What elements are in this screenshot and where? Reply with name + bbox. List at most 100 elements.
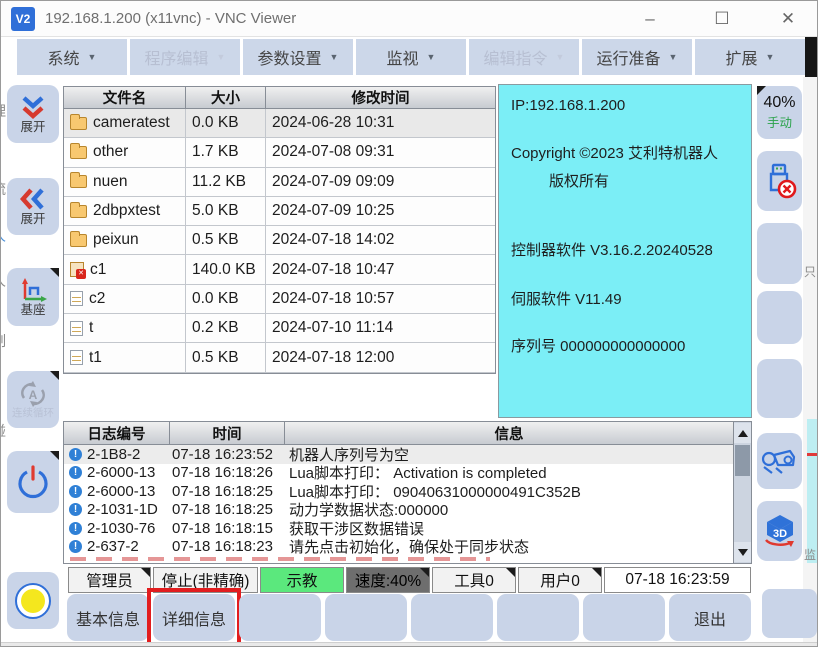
3d-cube-icon: 3D <box>761 513 799 549</box>
log-id: 2-637-2 <box>87 538 139 555</box>
menu-item[interactable]: 运行准备 ▼ <box>582 39 692 75</box>
usb-status-button[interactable] <box>757 151 802 211</box>
scrollbar-thumb[interactable] <box>735 445 750 476</box>
copyright-line2: 版权所有 <box>511 170 739 191</box>
bottom-button[interactable]: 退出 <box>669 594 751 641</box>
speed-mode-button[interactable]: 40% 手动 <box>757 86 802 139</box>
menu-item[interactable]: 程序编辑 ▼ <box>130 39 240 75</box>
file-table-header: 文件名 大小 修改时间 <box>64 87 495 109</box>
3d-view-button[interactable]: 3D <box>757 501 802 561</box>
menu-item-label: 编辑指令 <box>484 45 548 69</box>
drag-teach-button[interactable] <box>757 433 802 489</box>
menu-item[interactable]: 系统 ▼ <box>17 39 127 75</box>
menu-item[interactable]: 参数设置 ▼ <box>243 39 353 75</box>
status-item[interactable]: 示教 <box>260 567 344 593</box>
yellow-dot-icon <box>21 589 45 613</box>
status-item[interactable]: 速度:40% <box>346 567 430 593</box>
status-item[interactable]: 工具0 <box>432 567 516 593</box>
status-item[interactable]: 用户0 <box>518 567 602 593</box>
enable-ring-icon <box>15 583 51 619</box>
bottom-button[interactable] <box>325 594 407 641</box>
file-size: 1.7 KB <box>186 138 266 166</box>
clipped-log-row <box>70 557 490 561</box>
bottom-button[interactable] <box>497 594 579 641</box>
log-row[interactable]: ! 2-6000-13 07-18 16:18:26 Lua脚本打印： Acti… <box>64 464 733 483</box>
log-row[interactable]: ! 2-6000-13 07-18 16:18:25 Lua脚本打印： 0904… <box>64 482 733 501</box>
file-row[interactable]: peixun 0.5 KB 2024-07-18 14:02 <box>64 226 495 255</box>
window-title: 192.168.1.200 (x11vnc) - VNC Viewer <box>45 10 296 27</box>
file-row[interactable]: c2 0.0 KB 2024-07-18 10:57 <box>64 285 495 314</box>
bottom-button[interactable] <box>583 594 665 641</box>
double-chevron-left-icon <box>19 186 47 213</box>
log-time: 07-18 16:18:26 <box>170 464 285 481</box>
bottom-button[interactable] <box>411 594 493 641</box>
scroll-down-button[interactable] <box>734 542 751 562</box>
menu-item[interactable]: 编辑指令 ▼ <box>469 39 579 75</box>
file-row[interactable]: t1 0.5 KB 2024-07-18 12:00 <box>64 343 495 372</box>
log-time: 07-18 16:18:15 <box>170 520 285 537</box>
coordinate-axes-icon <box>17 277 49 304</box>
right-sidebar-button-4[interactable] <box>757 291 802 344</box>
bottom-button[interactable]: 基本信息 <box>67 594 149 641</box>
clipped-right-edge: 只 监 <box>803 77 818 647</box>
log-id: 2-6000-13 <box>87 464 155 481</box>
expand-down-button[interactable]: 展开 <box>7 85 59 143</box>
bottom-button[interactable]: 详细信息 <box>153 594 235 641</box>
status-item[interactable]: 07-18 16:23:59 <box>604 567 751 593</box>
minimize-button[interactable]: – <box>629 5 671 33</box>
expand-left-button[interactable]: 展开 <box>7 178 59 235</box>
loop-arrows-icon: A <box>17 380 49 408</box>
log-row[interactable]: ! 2-1B8-2 07-18 16:23:52 机器人序列号为空 <box>64 445 733 464</box>
teach-pendant-icon <box>760 445 800 477</box>
bottom-button[interactable] <box>762 589 817 638</box>
log-id: 2-6000-13 <box>87 483 155 500</box>
clipped-red-fragment <box>807 453 818 456</box>
close-button[interactable]: ✕ <box>767 5 809 33</box>
status-item-label: 工具0 <box>454 569 494 591</box>
file-row[interactable]: t 0.2 KB 2024-07-10 11:14 <box>64 314 495 343</box>
enable-indicator-button[interactable] <box>7 572 59 629</box>
file-header-modified: 修改时间 <box>266 87 495 108</box>
file-header-name: 文件名 <box>64 87 186 108</box>
log-row[interactable]: ! 2-637-2 07-18 16:18:23 请先点击初始化，确保处于同步状… <box>64 538 733 557</box>
file-name: nuen <box>93 173 127 191</box>
right-sidebar-button-5[interactable] <box>757 359 802 418</box>
menu-item-label: 参数设置 <box>258 45 322 69</box>
log-row[interactable]: ! 2-1031-1D 07-18 16:18:25 动力学数据状态:00000… <box>64 501 733 520</box>
status-item[interactable]: 管理员 <box>68 567 151 593</box>
log-header-message: 信息 <box>285 422 733 444</box>
file-row[interactable]: 2dbpxtest 5.0 KB 2024-07-09 10:25 <box>64 197 495 226</box>
menu-bar: 系统 ▼ 程序编辑 ▼ 参数设置 ▼ 监视 ▼ 编辑指令 ▼ <box>1 37 818 77</box>
bottom-button[interactable] <box>239 594 321 641</box>
power-icon <box>16 464 50 500</box>
menu-item[interactable]: 监视 ▼ <box>356 39 466 75</box>
file-row[interactable]: c1 140.0 KB 2024-07-18 10:47 <box>64 255 495 284</box>
menu-item[interactable]: 扩展 ▼ <box>695 39 805 75</box>
file-row[interactable]: cameratest 0.0 KB 2024-06-28 10:31 <box>64 109 495 138</box>
file-size: 0.5 KB <box>186 226 266 254</box>
file-size: 0.5 KB <box>186 343 266 371</box>
log-table-header: 日志编号 时间 信息 <box>64 422 733 445</box>
log-message: 请先点击初始化，确保处于同步状态 <box>285 536 733 557</box>
status-item-label: 示教 <box>286 569 317 591</box>
file-size: 0.0 KB <box>186 285 266 313</box>
power-button[interactable] <box>7 451 59 513</box>
continuous-loop-label: 连续循环 <box>12 408 54 419</box>
file-row[interactable]: nuen 11.2 KB 2024-07-09 09:09 <box>64 168 495 197</box>
file-modified-time: 2024-07-18 14:02 <box>266 226 495 254</box>
menu-item-label: 程序编辑 <box>145 45 209 69</box>
chevron-down-icon: ▼ <box>669 52 678 62</box>
menu-item-label: 系统 <box>48 45 80 69</box>
file-size: 0.0 KB <box>186 109 266 137</box>
base-frame-button[interactable]: 基座 <box>7 268 59 326</box>
file-row[interactable]: other 1.7 KB 2024-07-08 09:31 <box>64 138 495 167</box>
file-size: 5.0 KB <box>186 197 266 225</box>
serial-number: 序列号 000000000000000 <box>511 335 739 356</box>
log-scrollbar[interactable] <box>733 422 751 563</box>
right-sidebar-button-3[interactable] <box>757 223 802 284</box>
continuous-loop-button[interactable]: A 连续循环 <box>7 371 59 428</box>
scroll-up-button[interactable] <box>734 423 751 443</box>
log-row[interactable]: ! 2-1030-76 07-18 16:18:15 获取干涉区数据错误 <box>64 519 733 538</box>
file-type-icon <box>70 350 83 365</box>
maximize-button[interactable]: ☐ <box>701 5 743 33</box>
